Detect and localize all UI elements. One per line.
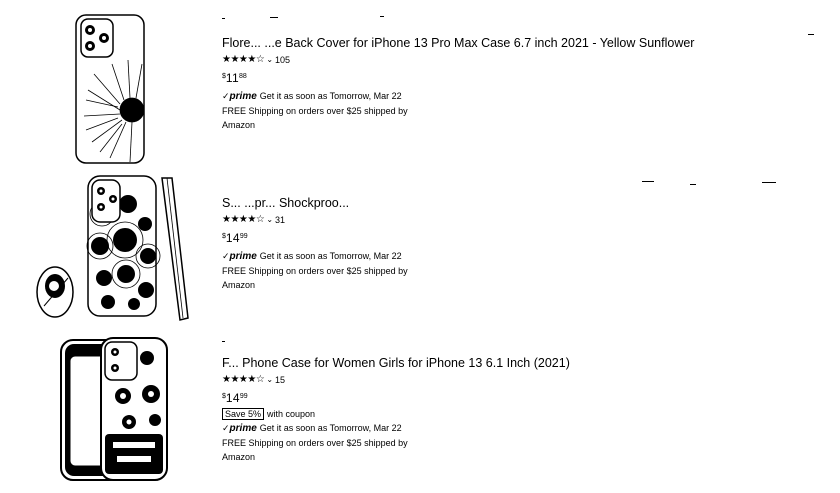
review-count[interactable]: 31 — [275, 214, 285, 226]
seller-name: Amazon — [222, 280, 256, 290]
prime-logo-icon: ✓prime — [222, 251, 257, 262]
search-result: F... Phone Case for Women Girls for iPho… — [0, 330, 840, 493]
shipping-info: FREE Shipping on orders over $25 shipped… — [222, 266, 408, 276]
review-count[interactable]: 105 — [275, 54, 290, 66]
product-image-sunflower-clear-case[interactable] — [70, 12, 150, 168]
scan-artifact — [762, 182, 776, 183]
star-rating-icon: ★★★★☆ — [222, 374, 265, 385]
chevron-down-icon: ⌄ — [266, 215, 274, 224]
product-image-daisy-quote-case[interactable] — [55, 334, 175, 484]
star-rating-icon: ★★★★☆ — [222, 54, 265, 65]
coupon[interactable]: Save 5% with coupon — [222, 408, 822, 420]
rating[interactable]: ★★★★☆ ⌄ 31 — [222, 214, 822, 226]
product-title[interactable]: F... Phone Case for Women Girls for iPho… — [222, 356, 782, 371]
delivery-date: Get it as soon as Tomorrow, Mar 22 — [259, 423, 402, 433]
prime-delivery: ✓prime Get it as soon as Tomorrow, Mar 2… — [222, 423, 822, 435]
scan-artifact — [270, 17, 278, 18]
delivery-date: Get it as soon as Tomorrow, Mar 22 — [259, 251, 402, 261]
result-info: Flore... ...e Back Cover for iPhone 13 P… — [222, 36, 822, 131]
scan-artifact — [690, 184, 696, 185]
coupon-badge[interactable]: Save 5% — [222, 408, 265, 420]
seller-name: Amazon — [222, 452, 256, 462]
prime-logo-icon: ✓prime — [222, 91, 257, 102]
coupon-text: with coupon — [267, 409, 316, 419]
prime-delivery: ✓prime Get it as soon as Tomorrow, Mar 2… — [222, 91, 822, 103]
search-result: Flore... ...e Back Cover for iPhone 13 P… — [0, 0, 840, 168]
scan-artifact — [380, 16, 384, 17]
result-info: S... ...pr... Shockproo... ★★★★☆ ⌄ 31 $ … — [222, 196, 822, 291]
prime-logo-icon: ✓prime — [222, 423, 257, 434]
scan-artifact — [642, 181, 654, 182]
shipping-info: FREE Shipping on orders over $25 shipped… — [222, 438, 408, 448]
scan-artifact — [808, 34, 814, 35]
shipping-info: FREE Shipping on orders over $25 shipped… — [222, 106, 408, 116]
scan-artifact — [222, 18, 225, 19]
chevron-down-icon: ⌄ — [266, 55, 274, 64]
chevron-down-icon: ⌄ — [266, 375, 274, 384]
result-info: F... Phone Case for Women Girls for iPho… — [222, 356, 822, 463]
rating[interactable]: ★★★★☆ ⌄ 105 — [222, 54, 822, 66]
delivery-date: Get it as soon as Tomorrow, Mar 22 — [259, 91, 402, 101]
prime-delivery: ✓prime Get it as soon as Tomorrow, Mar 2… — [222, 251, 822, 263]
product-title[interactable]: S... ...pr... Shockproo... — [222, 196, 782, 211]
star-rating-icon: ★★★★☆ — [222, 214, 265, 225]
scan-artifact — [222, 341, 225, 342]
product-image-sunflower-print-case[interactable] — [30, 174, 195, 322]
price[interactable]: $ 11 88 — [222, 72, 822, 86]
seller-name: Amazon — [222, 120, 256, 130]
review-count[interactable]: 15 — [275, 374, 285, 386]
price[interactable]: $ 14 99 — [222, 392, 822, 406]
search-result: S... ...pr... Shockproo... ★★★★☆ ⌄ 31 $ … — [0, 172, 840, 322]
product-title[interactable]: Flore... ...e Back Cover for iPhone 13 P… — [222, 36, 782, 51]
price[interactable]: $ 14 99 — [222, 232, 822, 246]
rating[interactable]: ★★★★☆ ⌄ 15 — [222, 374, 822, 386]
